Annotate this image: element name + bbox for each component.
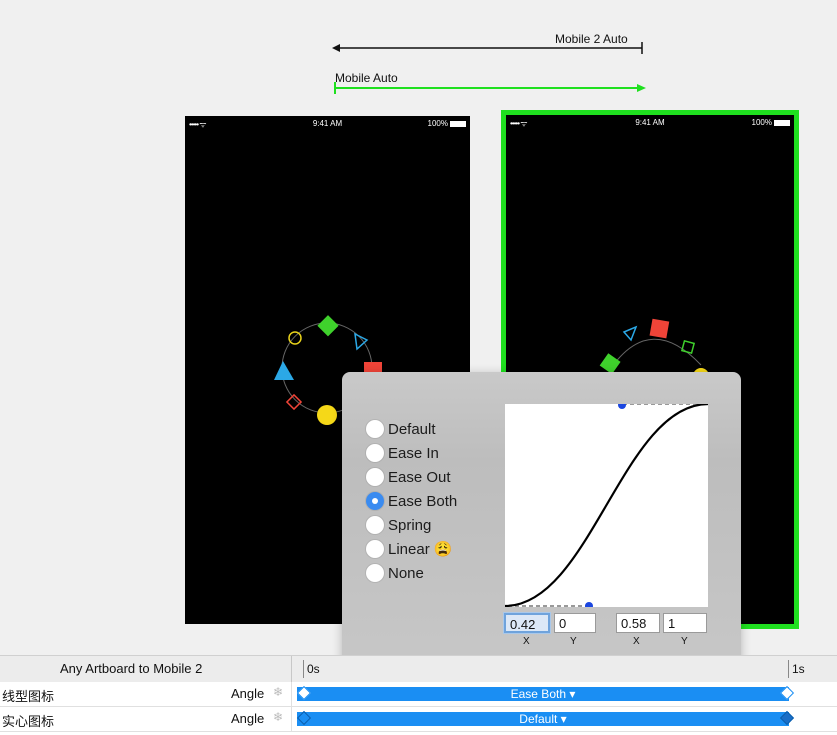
timeline-header: Any Artboard to Mobile 2 0s 1s: [0, 655, 837, 683]
solid-diamond-icon: [317, 315, 339, 337]
outline-circle-icon: [288, 331, 302, 345]
mobile-2-auto-arrow: [332, 42, 643, 54]
outline-triangle-icon: [622, 325, 638, 342]
animation-bar[interactable]: Ease Both ▾: [297, 687, 789, 701]
outline-diamond-icon: [285, 393, 303, 411]
outline-square-icon: [680, 339, 696, 355]
bezier-curve-editor[interactable]: [504, 401, 709, 610]
mobile-auto-arrow: [334, 82, 646, 94]
radio-button[interactable]: [366, 444, 384, 462]
icon-ring-right: [599, 318, 709, 380]
control-point-1: [585, 602, 593, 610]
curve-option-spring[interactable]: Spring: [366, 514, 431, 536]
battery-indicator: 100%: [752, 118, 790, 127]
y1-field[interactable]: 0: [554, 613, 596, 633]
y2-field[interactable]: 1: [663, 613, 707, 633]
battery-icon: [774, 120, 790, 126]
animation-bar[interactable]: Default ▾: [297, 712, 789, 726]
curve-option-linear-😩[interactable]: Linear 😩: [366, 538, 453, 560]
x2-field[interactable]: 0.58: [616, 613, 660, 633]
property-name: Angle: [231, 711, 265, 726]
x2-label: X: [633, 636, 640, 647]
curve-option-label: Linear 😩: [388, 541, 453, 558]
bezier-curve-graph: [504, 401, 709, 610]
curve-option-label: Ease Out: [388, 468, 451, 486]
curve-option-ease-in[interactable]: Ease In: [366, 442, 439, 464]
curve-option-label: None: [388, 564, 424, 582]
radio-button[interactable]: [366, 564, 384, 582]
solid-diamond-icon: [599, 353, 621, 375]
radio-button[interactable]: [366, 492, 384, 510]
property-name: Angle: [231, 686, 265, 701]
time-end-label: 1s: [792, 662, 805, 676]
curve-option-ease-out[interactable]: Ease Out: [366, 466, 451, 488]
transition-title: Any Artboard to Mobile 2: [60, 661, 203, 676]
layer-name: 实心图标: [2, 714, 55, 729]
curve-option-label: Spring: [388, 516, 432, 534]
radio-button[interactable]: [366, 516, 384, 534]
curve-popover: Default Ease In Ease Out Ease Both Spring Lin…: [342, 372, 741, 678]
status-bar-2: ••••• ᯤ 9:41 AM 100%: [506, 118, 794, 130]
curve-dropdown[interactable]: Ease Both ▾: [511, 687, 576, 701]
curve-option-label: Ease In: [388, 444, 439, 462]
radio-button[interactable]: [366, 420, 384, 438]
curve-option-label: Ease Both: [388, 492, 458, 510]
x1-label: X: [523, 636, 530, 647]
solid-circle-icon: [317, 405, 337, 425]
timeline: Any Artboard to Mobile 2 0s 1s 线型图标 Angl…: [0, 655, 837, 735]
y1-label: Y: [570, 636, 577, 647]
solid-triangle-icon: [274, 361, 294, 380]
y2-label: Y: [681, 636, 688, 647]
curve-option-default[interactable]: Default: [366, 418, 436, 440]
battery-indicator: 100%: [428, 119, 466, 128]
row-divider: [291, 682, 292, 706]
layer-name: 线型图标: [2, 689, 55, 704]
row-divider: [291, 707, 292, 731]
timeline-row[interactable]: 线型图标 Angle ❄ Ease Both ▾: [0, 682, 837, 707]
header-divider: [291, 656, 292, 682]
curve-option-ease-both[interactable]: Ease Both: [366, 490, 457, 512]
radio-button[interactable]: [366, 540, 384, 558]
battery-icon: [450, 121, 466, 127]
solid-square-icon: [649, 318, 670, 339]
x1-field[interactable]: 0.42: [504, 613, 550, 633]
time-start-label: 0s: [307, 662, 320, 676]
outline-triangle-icon: [354, 332, 369, 351]
status-bar: ••••• ᯤ 9:41 AM 100%: [185, 119, 470, 131]
timeline-row[interactable]: 实心图标 Angle ❄ Default ▾: [0, 707, 837, 732]
snowflake-icon[interactable]: ❄: [273, 710, 283, 724]
curve-option-label: Default: [388, 420, 436, 438]
snowflake-icon[interactable]: ❄: [273, 685, 283, 699]
curve-option-none[interactable]: None: [366, 562, 424, 584]
end-tick: [788, 660, 789, 678]
control-point-2: [618, 401, 626, 409]
curve-dropdown[interactable]: Default ▾: [519, 712, 566, 726]
start-tick: [303, 660, 304, 678]
radio-button[interactable]: [366, 468, 384, 486]
bezier-curve: [504, 402, 709, 608]
